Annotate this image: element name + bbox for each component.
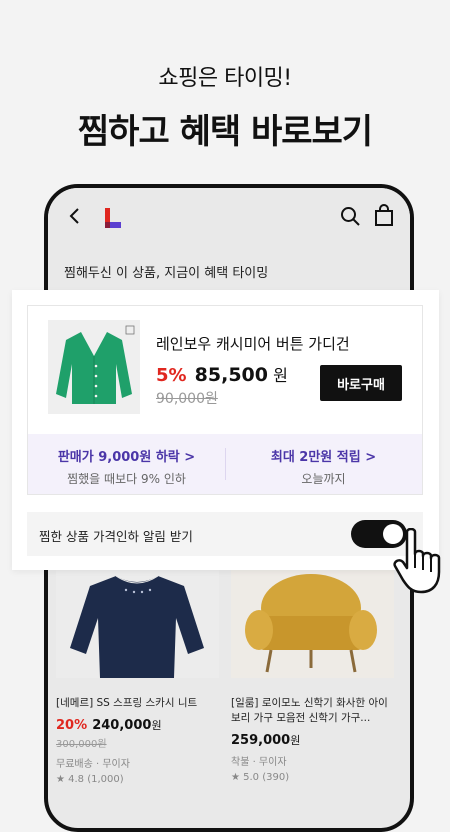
discount-rate: 20% [56, 718, 88, 733]
currency-unit: 원 [151, 719, 162, 732]
points-benefit[interactable]: 최대 2만원 적립 > 오늘까지 [225, 434, 422, 494]
wishlist-section-title: 찜해두신 이 상품, 지금이 혜택 타이밍 [64, 266, 269, 281]
currency-unit: 원 [273, 366, 288, 385]
shipping-info: 착불 · 무이자 [231, 757, 287, 768]
price-drop-title[interactable]: 판매가 9,000원 하락 > [28, 446, 225, 465]
sale-price: 85,500 [194, 364, 268, 386]
rating: ★ 5.0 (390) [231, 772, 290, 783]
wishlist-benefit-popup: 레인보우 캐시미어 버튼 가디건 5% 85,500 원 90,000원 바로구… [12, 290, 439, 570]
app-logo-icon[interactable] [103, 208, 123, 228]
wishlist-product-card[interactable]: 레인보우 캐시미어 버튼 가디건 5% 85,500 원 90,000원 바로구… [27, 305, 423, 495]
search-icon[interactable] [340, 206, 360, 226]
product-card[interactable]: [네메르] SS 스프링 스카시 니트 20% 240,000원 300,000… [56, 568, 219, 785]
price-alert-row: 찜한 상품 가격인하 알림 받기 [27, 512, 423, 556]
app-top-bar [48, 188, 410, 246]
price-drop-detail: 찜했을 때보다 9% 인하 [67, 472, 186, 486]
original-price: 90,000원 [156, 391, 218, 407]
shipping-info: 무료배송 · 무이자 [56, 759, 130, 770]
product-name[interactable]: 레인보우 캐시미어 버튼 가디건 [156, 333, 350, 354]
price-alert-label: 찜한 상품 가격인하 알림 받기 [39, 529, 193, 544]
price-row: 5% 85,500 원 [156, 362, 288, 386]
rating: ★ 4.8 (1,000) [56, 774, 124, 785]
product-card[interactable]: [일룸] 로이모노 신학기 화사한 아이보리 가구 모음전 신학기 가구... … [231, 568, 394, 783]
original-price: 300,000원 [56, 739, 107, 750]
product-image[interactable] [48, 320, 140, 414]
buy-now-button[interactable]: 바로구매 [320, 365, 402, 401]
price-row: 259,000원 [231, 729, 394, 748]
back-arrow-icon[interactable] [66, 206, 84, 226]
product-name[interactable]: [일룸] 로이모노 신학기 화사한 아이보리 가구 모음전 신학기 가구... [231, 696, 394, 726]
pointing-hand-icon [393, 528, 441, 594]
shopping-bag-icon[interactable] [374, 204, 394, 226]
product-image[interactable] [56, 568, 219, 678]
points-title[interactable]: 최대 2만원 적립 > [225, 446, 422, 465]
promo-subtitle: 쇼핑은 타이밍! [158, 66, 292, 91]
price-row: 20% 240,000원 [56, 714, 219, 733]
price-drop-benefit[interactable]: 판매가 9,000원 하락 > 찜했을 때보다 9% 인하 [28, 434, 225, 494]
promo-headline: 쇼핑은 타이밍! 찜하고 혜택 바로보기 [0, 60, 450, 153]
points-deadline: 오늘까지 [301, 472, 346, 486]
promo-title: 찜하고 혜택 바로보기 [77, 112, 373, 152]
discount-rate: 5% [156, 365, 187, 386]
product-name[interactable]: [네메르] SS 스프링 스카시 니트 [56, 696, 219, 711]
currency-unit: 원 [290, 734, 301, 747]
sale-price: 259,000 [231, 733, 291, 748]
product-image[interactable] [231, 568, 394, 678]
benefit-banner: 판매가 9,000원 하락 > 찜했을 때보다 9% 인하 최대 2만원 적립 … [28, 434, 422, 494]
sale-price: 240,000 [92, 718, 152, 733]
